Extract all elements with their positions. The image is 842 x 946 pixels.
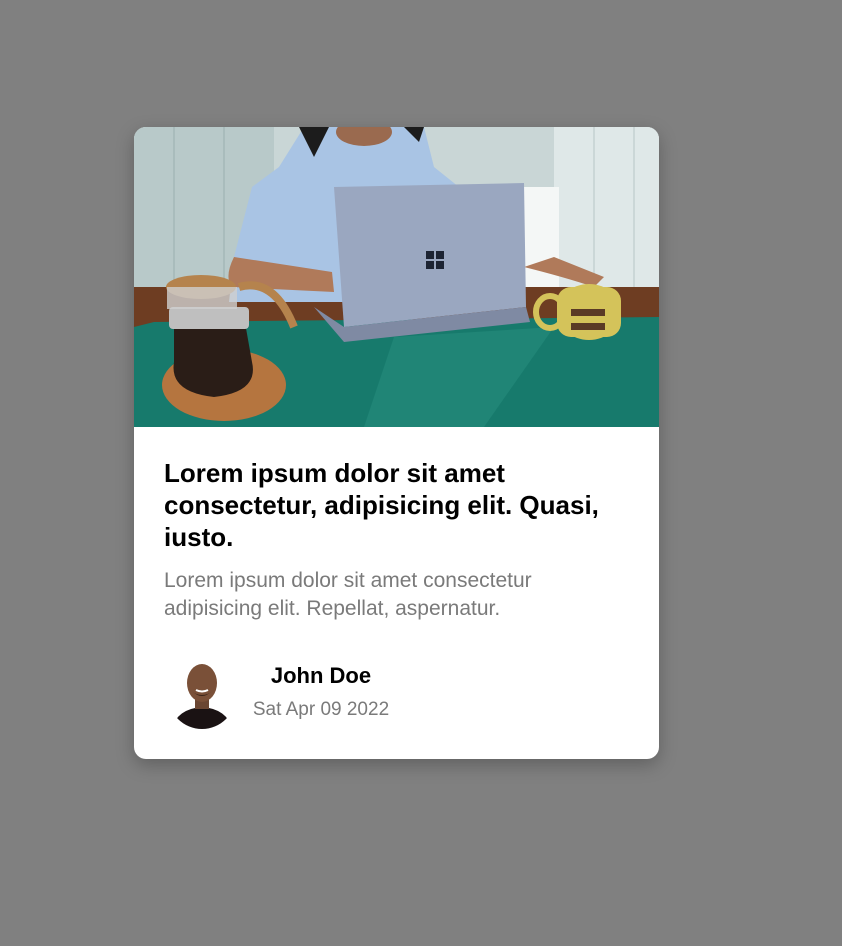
- card-cover-image: [134, 127, 659, 427]
- card-title[interactable]: Lorem ipsum dolor sit amet consectetur, …: [164, 457, 634, 553]
- post-date: Sat Apr 09 2022: [252, 699, 390, 720]
- person-avatar-icon[interactable]: [168, 657, 236, 729]
- article-card[interactable]: Lorem ipsum dolor sit amet consectetur, …: [134, 127, 659, 759]
- author-name[interactable]: John Doe: [250, 663, 392, 689]
- author-info: John Doe Sat Apr 09 2022: [168, 657, 468, 729]
- card-content: Lorem ipsum dolor sit amet consectetur, …: [164, 457, 634, 623]
- card-description: Lorem ipsum dolor sit amet consectetur a…: [164, 569, 532, 620]
